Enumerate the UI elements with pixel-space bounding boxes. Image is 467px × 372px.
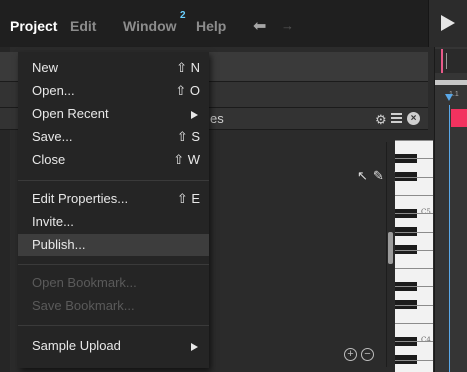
white-key-divider	[395, 341, 433, 343]
midi-clip[interactable]	[451, 109, 467, 127]
playhead	[449, 105, 450, 372]
menu-item-label: Open Bookmark...	[32, 275, 137, 290]
menu-item-label: Close	[32, 152, 66, 167]
loop-marker[interactable]	[441, 49, 443, 73]
white-key-divider	[395, 323, 433, 324]
piano-label-c5: C5	[421, 208, 431, 216]
pointer-icon[interactable]: ↖	[357, 168, 370, 184]
menu-separator	[18, 180, 209, 181]
menu-item-label: Save...	[32, 129, 73, 144]
white-key-divider	[395, 249, 433, 251]
zoom-out-icon[interactable]: −	[361, 348, 374, 361]
shortcut-label: ⇧ E	[176, 191, 200, 206]
shortcut-label: ⇧ S	[176, 129, 200, 144]
pencil-icon[interactable]: ✎	[373, 168, 386, 184]
white-key-divider	[395, 231, 433, 233]
menu-item-label: New	[32, 60, 59, 75]
play-icon	[441, 15, 455, 31]
menu-item-label: Publish...	[32, 237, 86, 252]
project-menu: New ⇧ N Open... ⇧ O Open Recent Save... …	[18, 52, 209, 368]
shortcut-label: ⇧ W	[173, 152, 200, 167]
undo-icon[interactable]: ⬅	[253, 16, 266, 36]
list-icon[interactable]	[391, 113, 402, 123]
loop-marker-end[interactable]	[446, 53, 447, 69]
menu-item-save-bookmark: Save Bookmark...	[18, 295, 209, 317]
menu-item-publish[interactable]: Publish...	[18, 234, 209, 256]
white-key-divider	[395, 140, 433, 141]
menu-item-label: Open...	[32, 83, 75, 98]
menu-item-invite[interactable]: Invite...	[18, 211, 209, 233]
redo-icon[interactable]: →	[281, 18, 294, 33]
menu-item-label: Sample Upload	[32, 338, 121, 353]
submenu-arrow-icon	[191, 111, 198, 119]
menu-item-open-recent[interactable]: Open Recent	[18, 103, 209, 125]
menubar: Project Edit Window 2 Help ⬅ →	[0, 0, 467, 47]
shortcut-label: ⇧ N	[176, 60, 200, 75]
menu-separator	[18, 325, 209, 326]
white-key-divider	[395, 286, 433, 288]
submenu-arrow-icon	[191, 343, 198, 351]
white-key-divider	[395, 359, 433, 361]
menu-item-label: Invite...	[32, 214, 74, 229]
white-key-divider	[395, 176, 433, 178]
scrollbar-thumb[interactable]	[388, 232, 393, 264]
white-key-divider	[395, 268, 433, 270]
menu-edit[interactable]: Edit	[70, 18, 96, 34]
white-key-divider	[395, 213, 433, 215]
menu-item-new[interactable]: New ⇧ N	[18, 57, 209, 79]
menu-item-label: Edit Properties...	[32, 191, 129, 206]
menu-window-label: Window	[123, 18, 177, 34]
menu-item-save[interactable]: Save... ⇧ S	[18, 126, 209, 148]
timeline-header	[435, 49, 467, 73]
menu-window[interactable]: Window 2	[123, 10, 186, 34]
white-key-divider	[395, 194, 433, 196]
menu-separator	[18, 264, 209, 265]
track-name-fragment: es	[210, 111, 224, 126]
white-key-divider	[395, 158, 433, 160]
menu-item-edit-properties[interactable]: Edit Properties... ⇧ E	[18, 188, 209, 210]
menu-item-label: Save Bookmark...	[32, 298, 135, 313]
white-key-divider	[395, 304, 433, 306]
shortcut-label: ⇧ O	[175, 83, 200, 98]
menu-item-label: Open Recent	[32, 106, 109, 121]
menu-item-close[interactable]: Close ⇧ W	[18, 149, 209, 171]
zoom-in-icon[interactable]: +	[344, 348, 357, 361]
window-badge: 2	[179, 10, 186, 21]
timeline-scroll[interactable]	[435, 80, 467, 85]
vertical-scrollbar[interactable]	[386, 142, 394, 367]
menu-item-open[interactable]: Open... ⇧ O	[18, 80, 209, 102]
timeline-panel: 1.1	[434, 47, 467, 372]
menu-item-sample-upload[interactable]: Sample Upload	[18, 335, 209, 357]
menu-item-open-bookmark: Open Bookmark...	[18, 272, 209, 294]
gear-icon[interactable]: ⚙	[375, 112, 387, 128]
play-button[interactable]	[428, 0, 467, 47]
close-circle-icon[interactable]: ×	[407, 112, 420, 125]
piano-keyboard[interactable]: C5 C4	[395, 140, 433, 372]
menu-project[interactable]: Project	[10, 18, 57, 34]
playhead-handle[interactable]	[445, 94, 453, 101]
piano-label-c4: C4	[421, 336, 431, 344]
menu-help[interactable]: Help	[196, 18, 226, 34]
